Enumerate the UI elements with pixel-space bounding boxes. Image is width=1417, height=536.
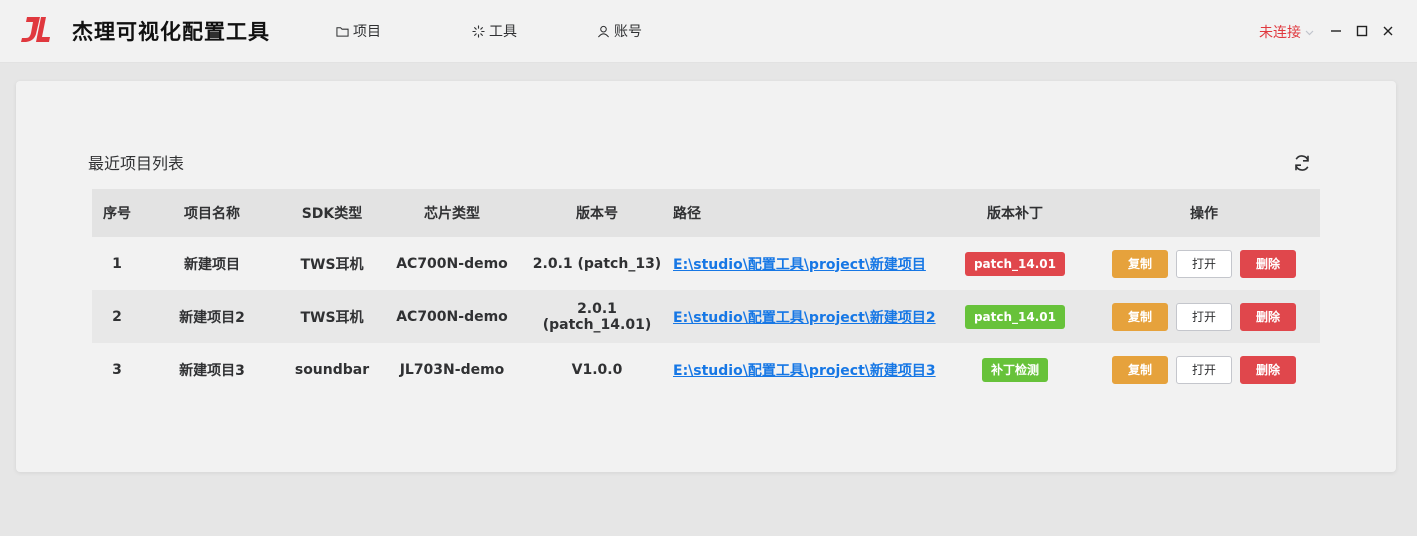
table-header: 序号 项目名称 SDK类型 芯片类型 版本号 路径 版本补丁 操作 (92, 189, 1320, 237)
row-chip: JL703N-demo (399, 361, 505, 378)
app-title: 杰理可视化配置工具 (72, 20, 270, 44)
menu-project-label: 项目 (353, 24, 381, 40)
col-actions: 操作 (1190, 206, 1218, 222)
chevron-down-icon (1305, 30, 1314, 35)
row-version: 2.0.1 (patch_14.01) (542, 300, 652, 333)
menu-project[interactable]: 项目 (336, 22, 381, 40)
row-name: 新建项目3 (179, 362, 245, 379)
row-version: 2.0.1 (patch_13) (532, 255, 662, 272)
col-chip: 芯片类型 (424, 206, 480, 222)
menu-account[interactable]: 账号 (597, 22, 642, 40)
row-path-link[interactable]: E:\studio\配置工具\project\新建项目 (673, 257, 926, 273)
row-index: 2 (112, 308, 122, 325)
connection-status: 未连接 (1259, 25, 1301, 41)
table-row: 2 新建项目2 TWS耳机 AC700N-demo 2.0.1 (patch_1… (92, 290, 1320, 343)
projects-table: 序号 项目名称 SDK类型 芯片类型 版本号 路径 版本补丁 操作 1 新建项目… (92, 189, 1320, 396)
row-path-link[interactable]: E:\studio\配置工具\project\新建项目3 (673, 363, 936, 379)
user-icon (597, 25, 610, 37)
recent-projects-panel: 最近项目列表 序号 项目名称 SDK类型 芯片类型 版本号 路径 版本补丁 操作 (16, 81, 1396, 472)
col-version: 版本号 (576, 206, 618, 222)
row-version: V1.0.0 (571, 361, 623, 378)
open-button[interactable]: 打开 (1176, 355, 1232, 384)
menu-tools-label: 工具 (489, 24, 517, 40)
patch-badge[interactable]: patch_14.01 (964, 251, 1066, 276)
row-chip: AC700N-demo (396, 255, 508, 272)
maximize-icon[interactable] (1355, 24, 1369, 38)
connection-dropdown[interactable]: 未连接 (1259, 22, 1315, 42)
col-sdk: SDK类型 (301, 206, 363, 222)
menu-tools[interactable]: 工具 (472, 22, 517, 40)
row-name: 新建项目 (184, 256, 240, 273)
table-row: 3 新建项目3 soundbar JL703N-demo V1.0.0 E:\s… (92, 343, 1320, 396)
row-sdk: TWS耳机 (300, 256, 364, 273)
col-index: 序号 (103, 206, 131, 222)
delete-button[interactable]: 删除 (1240, 302, 1296, 331)
menu-account-label: 账号 (614, 24, 642, 40)
loading-icon (472, 24, 485, 38)
open-button[interactable]: 打开 (1176, 249, 1232, 278)
row-sdk: soundbar (294, 361, 370, 378)
row-index: 1 (112, 255, 122, 272)
patch-badge[interactable]: patch_14.01 (964, 304, 1066, 329)
row-name: 新建项目2 (179, 309, 245, 326)
panel-title: 最近项目列表 (88, 154, 185, 173)
copy-button[interactable]: 复制 (1112, 355, 1168, 384)
folder-icon (336, 26, 349, 37)
row-chip: AC700N-demo (396, 308, 508, 325)
delete-button[interactable]: 删除 (1240, 355, 1296, 384)
col-path: 路径 (673, 206, 701, 222)
table-row: 1 新建项目 TWS耳机 AC700N-demo 2.0.1 (patch_13… (92, 237, 1320, 290)
title-bar: 杰理可视化配置工具 项目 工具 账号 未连接 (0, 0, 1417, 63)
patch-check-badge[interactable]: 补丁检测 (981, 357, 1048, 382)
delete-button[interactable]: 删除 (1240, 249, 1296, 278)
copy-button[interactable]: 复制 (1112, 302, 1168, 331)
col-patch: 版本补丁 (987, 206, 1043, 222)
row-path-link[interactable]: E:\studio\配置工具\project\新建项目2 (673, 310, 936, 326)
open-button[interactable]: 打开 (1176, 302, 1232, 331)
refresh-icon[interactable] (1292, 153, 1312, 173)
row-sdk: TWS耳机 (300, 309, 364, 326)
copy-button[interactable]: 复制 (1112, 249, 1168, 278)
minimize-icon[interactable] (1329, 24, 1343, 38)
jl-logo-icon (21, 17, 50, 42)
col-name: 项目名称 (184, 206, 240, 222)
close-icon[interactable] (1381, 24, 1395, 38)
row-index: 3 (112, 361, 122, 378)
